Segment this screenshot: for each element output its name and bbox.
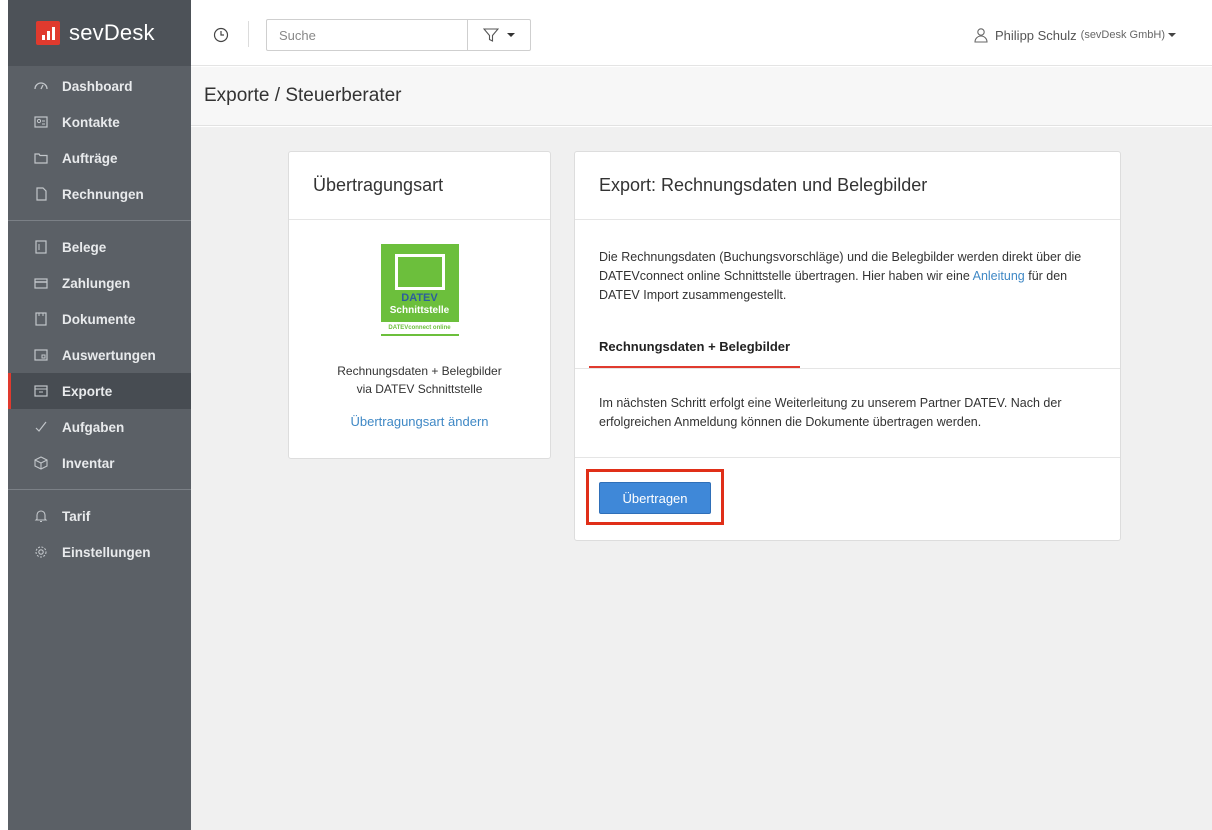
- sidebar-nav-settings: Tarif Einstellungen: [8, 498, 191, 570]
- sidebar-item-tarif[interactable]: Tarif: [8, 498, 191, 534]
- datev-logo-subtitle: Schnittstelle: [389, 305, 450, 316]
- search-box: [266, 19, 531, 51]
- gear-icon: [34, 545, 48, 559]
- datev-logo: DATEV Schnittstelle DATEVconnect online: [380, 244, 459, 336]
- sidebar-item-label: Aufträge: [62, 150, 118, 166]
- sidebar-item-label: Belege: [62, 239, 107, 255]
- datev-logo-brand: DATEV: [401, 292, 438, 304]
- sidebar-item-label: Dokumente: [62, 311, 136, 327]
- card-body: DATEV Schnittstelle DATEVconnect online …: [289, 220, 550, 431]
- brand-logo[interactable]: sevDesk: [8, 0, 191, 66]
- tab-rechnungsdaten-belegbilder[interactable]: Rechnungsdaten + Belegbilder: [589, 339, 801, 368]
- brand-name: sevDesk: [69, 20, 155, 45]
- sidebar-item-label: Exporte: [62, 383, 113, 399]
- chevron-down-icon: [1168, 33, 1176, 37]
- main-content: Übertragungsart DATEV Schnittstelle DATE…: [191, 127, 1212, 830]
- sidebar-item-label: Rechnungen: [62, 186, 144, 202]
- sidebar: sevDesk Dashboard Kontakte Aufträge Rech…: [8, 0, 191, 830]
- sidebar-item-exporte[interactable]: Exporte: [8, 373, 191, 409]
- page-header: Exporte / Steuerberater: [191, 67, 1212, 126]
- document-icon: [34, 187, 48, 201]
- chevron-down-icon: [507, 33, 515, 37]
- user-icon: [974, 28, 988, 43]
- sidebar-item-zahlungen[interactable]: Zahlungen: [8, 265, 191, 301]
- sidebar-divider: [8, 220, 191, 221]
- box-icon: [34, 456, 48, 470]
- topbar-divider: [248, 21, 249, 47]
- description-line: Rechnungsdaten + Belegbilder: [337, 364, 502, 378]
- redirect-info: Im nächsten Schritt erfolgt eine Weiterl…: [575, 369, 1120, 458]
- filter-icon: [483, 28, 499, 42]
- sidebar-item-kontakte[interactable]: Kontakte: [8, 104, 191, 140]
- sidebar-item-auswertungen[interactable]: Auswertungen: [8, 337, 191, 373]
- topbar: Philipp Schulz (sevDesk GmbH): [191, 0, 1212, 66]
- datev-logo-tagline: DATEVconnect online: [380, 322, 459, 336]
- sidebar-item-label: Zahlungen: [62, 275, 131, 291]
- history-button[interactable]: [213, 27, 229, 43]
- submit-area: Übertragen: [575, 458, 1120, 541]
- page-title: Exporte / Steuerberater: [204, 85, 402, 106]
- sidebar-item-inventar[interactable]: Inventar: [8, 445, 191, 481]
- search-input[interactable]: [267, 20, 467, 50]
- card-title: Übertragungsart: [289, 152, 550, 220]
- transfer-type-card: Übertragungsart DATEV Schnittstelle DATE…: [288, 151, 551, 459]
- sidebar-item-belege[interactable]: Belege: [8, 229, 191, 265]
- sidebar-item-label: Aufgaben: [62, 419, 125, 435]
- sidebar-nav-main: Dashboard Kontakte Aufträge Rechnungen: [8, 66, 191, 212]
- sidebar-divider: [8, 489, 191, 490]
- card-title: Export: Rechnungsdaten und Belegbilder: [575, 152, 1120, 220]
- change-transfer-type-link[interactable]: Übertragungsart ändern: [350, 414, 488, 429]
- clock-icon: [213, 27, 229, 43]
- export-icon: [34, 384, 48, 398]
- sidebar-item-label: Auswertungen: [62, 347, 156, 363]
- sidebar-item-label: Einstellungen: [62, 544, 151, 560]
- sidebar-nav-finance: Belege Zahlungen Dokumente Auswertungen …: [8, 229, 191, 481]
- check-icon: [34, 420, 48, 434]
- description-line: via DATEV Schnittstelle: [356, 382, 483, 396]
- receipt-icon: [34, 240, 48, 254]
- card-icon: [34, 276, 48, 290]
- filter-dropdown-button[interactable]: [467, 20, 530, 50]
- transfer-button[interactable]: Übertragen: [599, 482, 711, 514]
- sidebar-item-label: Tarif: [62, 508, 91, 524]
- user-company: (sevDesk GmbH): [1080, 29, 1165, 41]
- datev-logo-frame: [394, 254, 445, 290]
- sidebar-item-label: Kontakte: [62, 114, 120, 130]
- report-icon: [34, 348, 48, 362]
- export-tabs: Rechnungsdaten + Belegbilder: [575, 321, 1120, 369]
- export-description: Die Rechnungsdaten (Buchungsvorschläge) …: [575, 220, 1120, 321]
- sidebar-item-aufgaben[interactable]: Aufgaben: [8, 409, 191, 445]
- user-menu[interactable]: Philipp Schulz (sevDesk GmbH): [973, 27, 1176, 43]
- sidebar-item-auftraege[interactable]: Aufträge: [8, 140, 191, 176]
- dashboard-icon: [34, 79, 48, 93]
- transfer-type-description: Rechnungsdaten + Belegbilder via DATEV S…: [289, 362, 550, 398]
- sidebar-item-rechnungen[interactable]: Rechnungen: [8, 176, 191, 212]
- folder-icon: [34, 151, 48, 165]
- user-name: Philipp Schulz: [995, 27, 1077, 43]
- sidebar-item-einstellungen[interactable]: Einstellungen: [8, 534, 191, 570]
- logo-icon: [36, 21, 60, 45]
- contacts-icon: [34, 115, 48, 129]
- sidebar-item-dokumente[interactable]: Dokumente: [8, 301, 191, 337]
- documents-icon: [34, 312, 48, 326]
- sidebar-item-label: Dashboard: [62, 78, 133, 94]
- export-card: Export: Rechnungsdaten und Belegbilder D…: [574, 151, 1121, 541]
- sidebar-item-dashboard[interactable]: Dashboard: [8, 68, 191, 104]
- sidebar-item-label: Inventar: [62, 455, 115, 471]
- bell-icon: [34, 509, 48, 523]
- guide-link[interactable]: Anleitung: [973, 269, 1025, 283]
